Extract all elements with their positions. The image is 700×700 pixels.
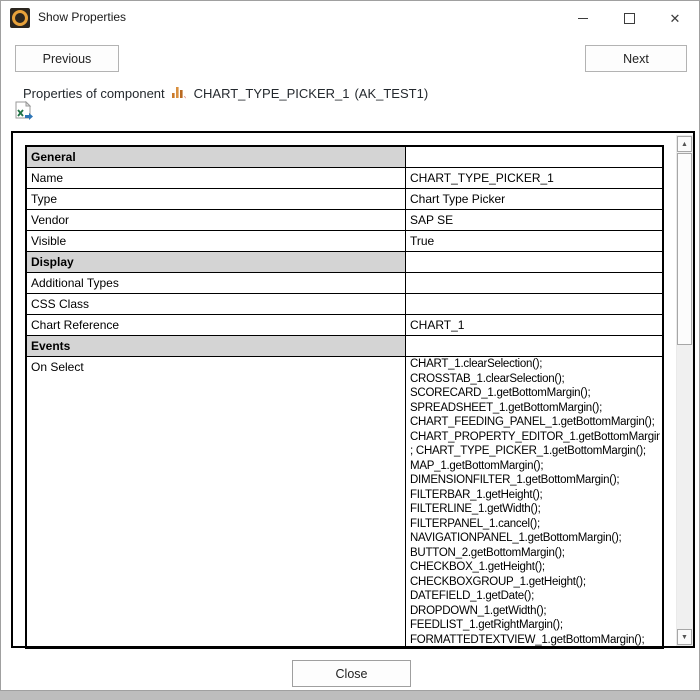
property-row-name: Name CHART_TYPE_PICKER_1	[26, 168, 663, 189]
component-suffix: (AK_TEST1)	[354, 86, 428, 101]
section-label: Display	[26, 252, 406, 273]
property-value	[406, 294, 664, 315]
property-row-additional-types: Additional Types	[26, 273, 663, 294]
property-value: SAP SE	[406, 210, 664, 231]
section-row-display: Display	[26, 252, 663, 273]
title-bar: Show Properties ✕	[1, 1, 699, 35]
script-line: CHECKBOX_1.getHeight();	[410, 560, 660, 575]
script-line: SPREADSHEET_1.getBottomMargin();	[410, 401, 660, 416]
property-row-css-class: CSS Class	[26, 294, 663, 315]
section-label: General	[26, 146, 406, 168]
scroll-down-button[interactable]: ▼	[677, 629, 692, 645]
section-row-general: General	[26, 146, 663, 168]
property-label: On Select	[26, 357, 406, 649]
scroll-down-icon: ▼	[681, 634, 688, 641]
property-value: True	[406, 231, 664, 252]
section-value	[406, 252, 664, 273]
minimize-icon	[578, 18, 588, 19]
scroll-up-button[interactable]: ▲	[677, 136, 692, 152]
script-line: SCORECARD_1.getBottomMargin();	[410, 386, 660, 401]
maximize-icon	[624, 13, 635, 24]
section-value	[406, 146, 664, 168]
script-line: FILTERPANEL_1.cancel();	[410, 517, 660, 532]
script-line: BUTTON_2.getBottomMargin();	[410, 546, 660, 561]
maximize-button[interactable]	[606, 2, 652, 34]
export-excel-icon[interactable]	[14, 101, 34, 121]
script-line: CHECKBOXGROUP_1.getHeight();	[410, 575, 660, 590]
chart-type-picker-icon	[171, 85, 188, 102]
vertical-scrollbar[interactable]: ▲ ▼	[676, 135, 693, 646]
property-value: Chart Type Picker	[406, 189, 664, 210]
script-line: DROPDOWN_1.getWidth();	[410, 604, 660, 619]
property-label: Vendor	[26, 210, 406, 231]
window-controls: ✕	[560, 2, 698, 34]
close-icon: ✕	[670, 12, 681, 25]
property-value: CHART_TYPE_PICKER_1	[406, 168, 664, 189]
close-button[interactable]: Close	[292, 660, 411, 687]
section-row-events: Events	[26, 336, 663, 357]
properties-table: General Name CHART_TYPE_PICKER_1 Type Ch…	[25, 145, 664, 649]
window-title: Show Properties	[38, 10, 126, 24]
script-line: FEEDLIST_1.getRightMargin();	[410, 618, 660, 633]
component-name: CHART_TYPE_PICKER_1	[194, 86, 350, 101]
component-header: Properties of component CHART_TYPE_PICKE…	[23, 85, 428, 102]
property-row-visible: Visible True	[26, 231, 663, 252]
property-label: CSS Class	[26, 294, 406, 315]
property-label: Additional Types	[26, 273, 406, 294]
script-line: FILTERBAR_1.getHeight();	[410, 488, 660, 503]
property-label: Type	[26, 189, 406, 210]
script-line: CROSSTAB_1.clearSelection();	[410, 372, 660, 387]
previous-button[interactable]: Previous	[15, 45, 119, 72]
component-header-prefix: Properties of component	[23, 86, 165, 101]
close-window-button[interactable]: ✕	[652, 2, 698, 34]
property-label: Name	[26, 168, 406, 189]
on-select-script: CHART_1.clearSelection(); CROSSTAB_1.cle…	[406, 357, 664, 649]
script-line: FORMATTEDTEXTVIEW_1.getBottomMargin();	[410, 633, 660, 648]
section-value	[406, 336, 664, 357]
script-line: FILTERLINE_1.getWidth();	[410, 502, 660, 517]
script-line: NAVIGATIONPANEL_1.getBottomMargin();	[410, 531, 660, 546]
scrollbar-thumb[interactable]	[677, 153, 692, 345]
property-row-on-select: On Select CHART_1.clearSelection(); CROS…	[26, 357, 663, 649]
show-properties-dialog: Show Properties ✕ Previous Next Properti…	[0, 0, 700, 691]
properties-panel: General Name CHART_TYPE_PICKER_1 Type Ch…	[11, 131, 695, 648]
property-value	[406, 273, 664, 294]
next-button[interactable]: Next	[585, 45, 687, 72]
property-label: Visible	[26, 231, 406, 252]
script-line: DIMENSIONFILTER_1.getBottomMargin();	[410, 473, 660, 488]
scroll-up-icon: ▲	[681, 141, 688, 148]
app-icon	[10, 8, 30, 28]
property-value: CHART_1	[406, 315, 664, 336]
script-line: DATEFIELD_1.getDate();	[410, 589, 660, 604]
script-line: CHART_1.clearSelection();	[410, 357, 660, 372]
script-line: CHART_FEEDING_PANEL_1.getBottomMargin();	[410, 415, 660, 430]
property-row-type: Type Chart Type Picker	[26, 189, 663, 210]
script-line: CHART_PROPERTY_EDITOR_1.getBottomMargin(…	[410, 430, 660, 445]
property-row-chart-reference: Chart Reference CHART_1	[26, 315, 663, 336]
property-row-vendor: Vendor SAP SE	[26, 210, 663, 231]
script-line: ; CHART_TYPE_PICKER_1.getBottomMargin();	[410, 444, 660, 459]
property-label: Chart Reference	[26, 315, 406, 336]
script-line: MAP_1.getBottomMargin();	[410, 459, 660, 474]
section-label: Events	[26, 336, 406, 357]
minimize-button[interactable]	[560, 2, 606, 34]
